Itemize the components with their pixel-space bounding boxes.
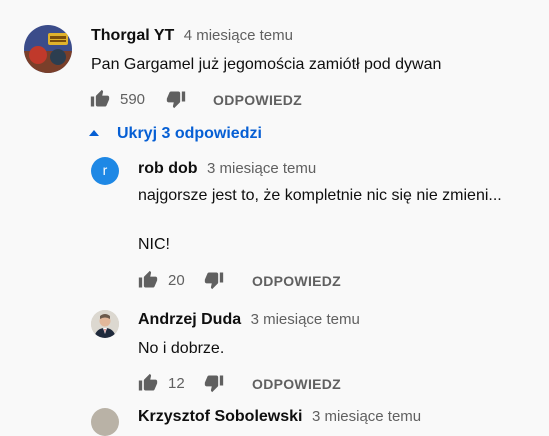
thumbs-up-icon [90, 89, 110, 107]
reply-timestamp[interactable]: 3 miesiące temu [207, 160, 316, 177]
comment-timestamp[interactable]: 4 miesiące temu [184, 27, 293, 44]
reply-button[interactable]: ODPOWIEDZ [213, 92, 302, 108]
like-button[interactable] [90, 89, 110, 109]
reply-text-line: najgorsze jest to, że kompletnie nic się… [138, 187, 502, 204]
like-count: 12 [168, 375, 185, 392]
thumbs-down-icon [204, 272, 224, 290]
person-avatar-icon [91, 310, 119, 338]
reply-author[interactable]: Andrzej Duda [138, 311, 241, 328]
game-avatar-icon [24, 25, 72, 73]
reply-button[interactable]: ODPOWIEDZ [252, 376, 341, 392]
like-button[interactable] [138, 270, 158, 290]
avatar[interactable] [91, 408, 119, 436]
thumbs-up-icon [138, 373, 158, 391]
reply-text: No i dobrze. [138, 340, 225, 357]
avatar[interactable]: r [91, 157, 119, 185]
avatar[interactable] [91, 310, 119, 338]
reply-timestamp[interactable]: 3 miesiące temu [251, 311, 360, 328]
thumbs-up-icon [138, 270, 158, 288]
hide-replies-label: Ukryj 3 odpowiedzi [117, 125, 262, 142]
avatar-letter: r [102, 162, 108, 178]
thumbs-down-icon [204, 375, 224, 393]
like-button[interactable] [138, 373, 158, 393]
reply-author[interactable]: rob dob [138, 160, 198, 177]
thumbs-down-icon [166, 91, 186, 109]
like-count: 20 [168, 272, 185, 289]
dislike-button[interactable] [204, 373, 224, 393]
reply-button[interactable]: ODPOWIEDZ [252, 273, 341, 289]
comment-text: Pan Gargamel już jegomościa zamiótł pod … [91, 56, 442, 73]
dislike-button[interactable] [204, 270, 224, 290]
reply-text-line: NIC! [138, 236, 170, 253]
avatar[interactable] [24, 25, 72, 73]
comment-author[interactable]: Thorgal YT [91, 27, 174, 44]
like-count: 590 [120, 91, 146, 108]
reply-author[interactable]: Krzysztof Sobolewski [138, 408, 302, 425]
chevron-up-icon [89, 130, 99, 136]
dislike-button[interactable] [166, 89, 186, 109]
reply-timestamp[interactable]: 3 miesiące temu [312, 408, 421, 425]
